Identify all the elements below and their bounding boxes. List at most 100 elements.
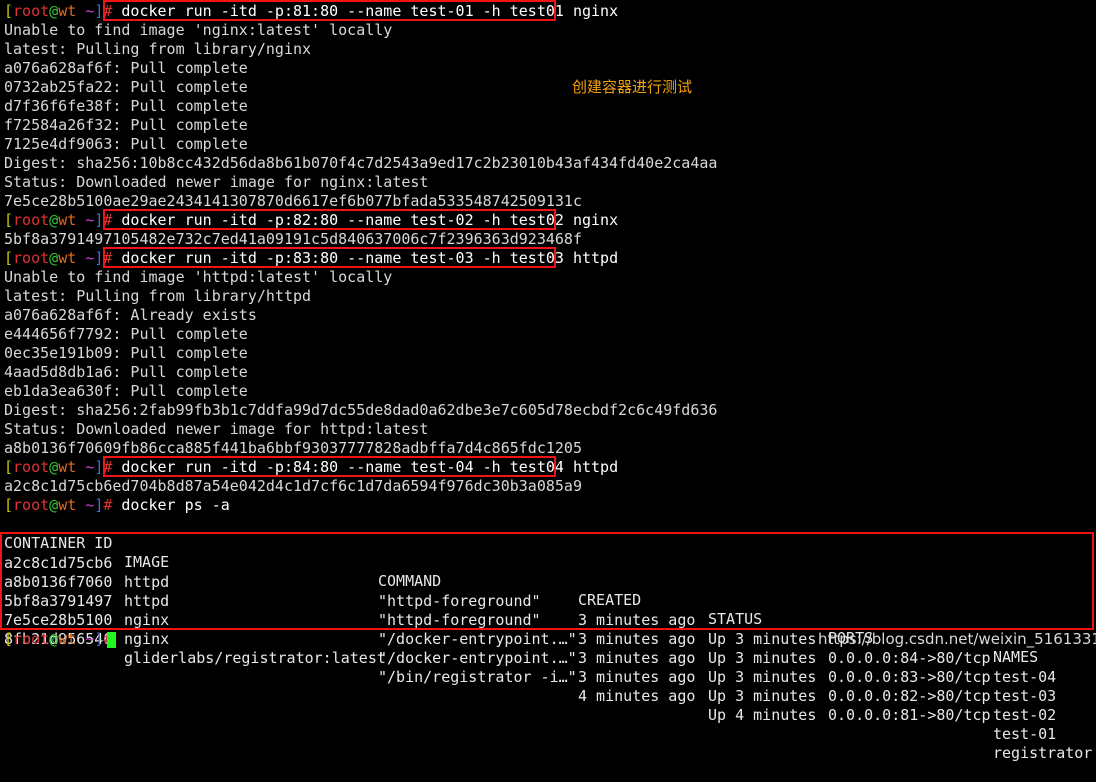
cell-created: 3 minutes ago [578,611,696,629]
command-text-5: docker ps -a [112,496,230,514]
prompt-path: ~ [76,2,95,20]
prompt-rbracket: ] [94,496,104,514]
output-line-19: Digest: sha256:2fab99fb3b1c7ddfa99d7dc55… [4,401,718,419]
cell-ports: 0.0.0.0:81->80/tcp [828,706,991,724]
text-cursor [107,632,116,648]
prompt-host: wt [58,211,77,229]
output-line-6: f72584a26f32: Pull complete [4,116,248,134]
prompt-at: @ [49,458,59,476]
output-line-7: 7125e4df9063: Pull complete [4,135,248,153]
prompt-rbracket: ] [94,458,104,476]
table-row[interactable]: a2c8c1d75cb6 httpd "httpd-foreground" 3 … [0,535,1056,686]
cell-names: registrator [993,744,1093,762]
command-text-2: docker run -itd -p:82:80 --name test-02 … [112,211,619,229]
output-line-16: 0ec35e191b09: Pull complete [4,344,248,362]
cell-created: 3 minutes ago [578,649,696,667]
watermark-url: https://blog.csdn.net/weixin_51613313 [818,630,1096,648]
output-line-3: a076a628af6f: Pull complete [4,59,248,77]
table-row[interactable]: 7e5ce28b5100 nginx "/docker-entrypoint.…… [0,592,1056,743]
cell-status: Up 3 minutes [708,687,817,705]
prompt-lbracket: [ [4,2,14,20]
prompt-rbracket: ] [94,630,104,648]
prompt-path: ~ [76,630,95,648]
command-text-4: docker run -itd -p:84:80 --name test-04 … [112,458,619,476]
cell-image: gliderlabs/registrator:latest [124,649,386,667]
cell-command: "/docker-entrypoint.…" [378,649,577,667]
command-text-1: docker run -itd -p:81:80 --name test-01 … [112,2,619,20]
prompt-user: root [13,211,50,229]
cell-created: 4 minutes ago [578,687,696,705]
prompt-path: ~ [76,458,95,476]
prompt-rbracket: ] [94,211,104,229]
output-line-2: latest: Pulling from library/nginx [4,40,312,58]
header-status: STATUS [708,610,763,628]
cell-image: nginx [124,611,170,629]
terminal-window[interactable]: [root@wt ~]# docker run -itd -p:81:80 --… [0,0,1096,762]
terminal-line-cmd4: [root@wt ~]# docker run -itd -p:84:80 --… [4,458,618,477]
cell-names: test-04 [993,668,1057,686]
prompt-user: root [13,496,50,514]
header-image: IMAGE [124,553,170,571]
output-line-14: a076a628af6f: Already exists [4,306,257,324]
terminal-line-cmd2: [root@wt ~]# docker run -itd -p:82:80 --… [4,211,618,230]
output-line-8: Digest: sha256:10b8cc432d56da8b61b070f4c… [4,154,718,172]
prompt-user: root [13,458,50,476]
prompt-lbracket: [ [4,496,14,514]
header-names: NAMES [993,648,1039,666]
prompt-at: @ [49,249,59,267]
output-line-15: e444656f7792: Pull complete [4,325,248,343]
header-created: CREATED [578,591,642,609]
prompt-at: @ [49,2,59,20]
prompt-lbracket: [ [4,630,14,648]
terminal-line-final-prompt: [root@wt ~]# [4,630,112,649]
output-line-18: eb1da3ea630f: Pull complete [4,382,248,400]
output-line-20: Status: Downloaded newer image for httpd… [4,420,429,438]
cell-names: test-01 [993,725,1057,743]
table-row[interactable]: 8fb21d956540 gliderlabs/registrator:late… [0,611,1092,762]
cell-status: Up 3 minutes [708,649,817,667]
output-line-4: 0732ab25fa22: Pull complete [4,78,248,96]
cell-command: "httpd-foreground" [378,592,541,610]
annotation-label: 创建容器进行测试 [572,78,693,96]
prompt-host: wt [58,496,77,514]
prompt-lbracket: [ [4,249,14,267]
cell-command: "httpd-foreground" [378,611,541,629]
prompt-at: @ [49,211,59,229]
cell-status: Up 3 minutes [708,630,817,648]
prompt-at: @ [49,496,59,514]
cell-command: "/docker-entrypoint.…" [378,630,577,648]
prompt-host: wt [58,458,77,476]
terminal-line-cmd5: [root@wt ~]# docker ps -a [4,496,230,515]
output-line-5: d7f36f6fe38f: Pull complete [4,97,248,115]
prompt-path: ~ [76,249,95,267]
cell-created: 3 minutes ago [578,630,696,648]
output-line-10: 7e5ce28b5100ae29ae2434141307870d6617ef6b… [4,192,582,210]
prompt-rbracket: ] [94,249,104,267]
terminal-line-cmd1: [root@wt ~]# docker run -itd -p:81:80 --… [4,2,618,21]
prompt-user: root [13,630,50,648]
cell-ports: 0.0.0.0:84->80/tcp [828,649,991,667]
table-row[interactable]: 5bf8a3791497 nginx "/docker-entrypoint.…… [0,573,1056,724]
cell-created: 3 minutes ago [578,668,696,686]
table-row[interactable]: a8b0136f7060 httpd "httpd-foreground" 3 … [0,554,1056,705]
prompt-lbracket: [ [4,458,14,476]
prompt-lbracket: [ [4,211,14,229]
prompt-path: ~ [76,211,95,229]
output-line-11: 5bf8a3791497105482e732c7ed41a09191c5d840… [4,230,582,248]
prompt-path: ~ [76,496,95,514]
output-line-22: a2c8c1d75cb6ed704b8d87a54e042d4c1d7cf6c1… [4,477,582,495]
prompt-user: root [13,2,50,20]
ps-table-header-row: CONTAINER ID IMAGE COMMAND CREATED STATU… [0,515,1038,666]
prompt-rbracket: ] [94,2,104,20]
prompt-at: @ [49,630,59,648]
output-line-17: 4aad5d8db1a6: Pull complete [4,363,248,381]
output-line-9: Status: Downloaded newer image for nginx… [4,173,429,191]
prompt-host: wt [58,249,77,267]
cell-image: nginx [124,630,170,648]
cell-status: Up 3 minutes [708,668,817,686]
cell-image: httpd [124,573,170,591]
output-line-21: a8b0136f70609fb86cca885f441ba6bbf9303777… [4,439,582,457]
header-command: COMMAND [378,572,442,590]
output-line-1: Unable to find image 'nginx:latest' loca… [4,21,393,39]
output-line-12: Unable to find image 'httpd:latest' loca… [4,268,393,286]
